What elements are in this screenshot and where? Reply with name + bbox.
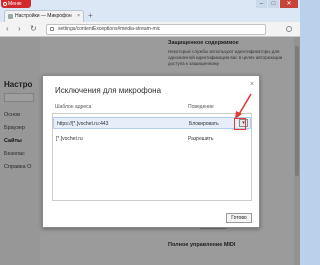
tab-title: Настройки — Микрофон bbox=[15, 13, 72, 19]
opera-menu-button[interactable]: Меню bbox=[1, 0, 31, 8]
menu-label: Меню bbox=[8, 1, 22, 7]
reload-button[interactable]: ↻ bbox=[30, 24, 37, 34]
maximize-button[interactable]: □ bbox=[268, 0, 279, 8]
dialog-close-icon[interactable]: × bbox=[250, 81, 254, 88]
forward-button[interactable]: › bbox=[18, 24, 21, 34]
row-address: https://[*.]vochet.ru:443 bbox=[57, 121, 109, 127]
window-close-button[interactable]: ✕ bbox=[280, 0, 298, 8]
done-button[interactable]: Готово bbox=[226, 213, 252, 223]
address-bar: ‹ › ↻ settings/contentExceptions#media-s… bbox=[0, 22, 300, 37]
window-titlebar: Меню – □ ✕ bbox=[0, 0, 300, 8]
exception-row[interactable]: [*.]vochet.ru Разрешить bbox=[53, 133, 251, 145]
url-text: settings/contentExceptions#media-stream-… bbox=[58, 26, 161, 32]
column-header-address: Шаблон адреса bbox=[55, 104, 92, 110]
row-address: [*.]vochet.ru bbox=[56, 136, 83, 142]
annotation-arrow-icon bbox=[235, 93, 252, 119]
site-info-icon[interactable] bbox=[50, 27, 54, 31]
tab-bar: Настройки — Микрофон × + bbox=[0, 8, 300, 22]
tab-settings[interactable]: Настройки — Микрофон × bbox=[4, 10, 84, 22]
url-field[interactable]: settings/contentExceptions#media-stream-… bbox=[46, 24, 266, 35]
dialog-title: Исключения для микрофона bbox=[55, 86, 162, 95]
window-controls: – □ ✕ bbox=[256, 0, 298, 8]
tab-close-icon[interactable]: × bbox=[77, 11, 80, 22]
row-behavior: Разрешить bbox=[188, 136, 214, 142]
exception-row[interactable]: https://[*.]vochet.ru:443 Блокировать ▾ bbox=[53, 117, 251, 129]
minimize-button[interactable]: – bbox=[256, 0, 267, 8]
microphone-exceptions-dialog: Исключения для микрофона × Шаблон адреса… bbox=[42, 75, 260, 228]
exceptions-list: https://[*.]vochet.ru:443 Блокировать ▾ … bbox=[52, 113, 252, 201]
extension-icon[interactable] bbox=[286, 26, 292, 32]
column-header-behavior: Поведение bbox=[188, 104, 214, 110]
row-behavior: Блокировать bbox=[189, 121, 219, 127]
settings-favicon-icon bbox=[8, 14, 13, 19]
back-button[interactable]: ‹ bbox=[6, 24, 9, 34]
opera-logo-icon bbox=[3, 2, 7, 6]
new-tab-button[interactable]: + bbox=[88, 12, 93, 20]
